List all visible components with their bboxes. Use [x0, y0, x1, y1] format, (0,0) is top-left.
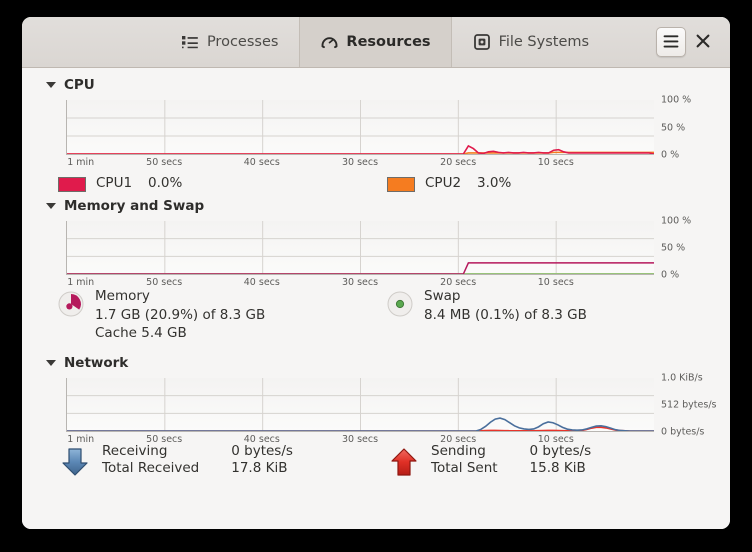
close-window-button[interactable] [688, 27, 718, 57]
network-x-axis: 1 min 50 secs 40 secs 30 secs 20 secs 10… [66, 432, 654, 448]
memory-section-title: Memory and Swap [64, 198, 204, 214]
cpu-ytick-50: 50 % [661, 122, 685, 133]
speedometer-icon [320, 33, 338, 51]
memory-ytick-50: 50 % [661, 243, 685, 254]
resources-panel: CPU 100 [22, 68, 730, 529]
cpu2-label: CPU2 [425, 175, 461, 191]
cpu-xtick-3: 30 secs [342, 157, 378, 168]
cpu2-color-swatch [387, 177, 415, 192]
cpu1-value: 0.0% [148, 175, 182, 191]
memory-graph [66, 221, 654, 275]
tab-resources-label: Resources [346, 34, 430, 50]
total-sent-label: Total Sent [431, 460, 498, 476]
tab-resources[interactable]: Resources [299, 17, 451, 67]
total-received-value: 17.8 KiB [231, 460, 293, 476]
download-arrow-icon [58, 445, 92, 483]
memory-gridlines [67, 221, 654, 274]
cpu-y-axis: 100 % 50 % 0 % [661, 100, 725, 155]
tab-file-systems[interactable]: File Systems [452, 17, 611, 67]
network-xtick-5: 10 secs [538, 434, 574, 445]
cpu-xtick-1: 50 secs [146, 157, 182, 168]
memory-xtick-4: 20 secs [440, 277, 476, 288]
cpu-graph-area: 100 % 50 % 0 % 1 min 50 secs 40 secs 30 … [66, 100, 654, 155]
network-graph [66, 378, 654, 432]
receiving-legend-item[interactable]: Receiving 0 bytes/s Total Received 17.8 … [58, 443, 387, 483]
network-gridlines [67, 378, 654, 431]
memory-xtick-1: 50 secs [146, 277, 182, 288]
system-monitor-window: Processes Resources [22, 17, 730, 529]
memory-usage: 1.7 GB (20.9%) of 8.3 GB [95, 306, 265, 325]
window-controls [656, 17, 730, 67]
memory-graph-svg [67, 221, 654, 274]
memory-swap-legend: Memory 1.7 GB (20.9%) of 8.3 GB Cache 5.… [58, 287, 716, 343]
memory-xtick-3: 30 secs [342, 277, 378, 288]
tab-file-systems-label: File Systems [499, 34, 590, 50]
network-ytick-max: 1.0 KiB/s [661, 372, 703, 383]
cpu-graph-svg [67, 100, 654, 154]
memory-y-axis: 100 % 50 % 0 % [661, 221, 725, 275]
memory-xtick-0: 1 min [67, 277, 94, 288]
cpu-legend: CPU1 0.0% CPU2 3.0% [58, 175, 716, 192]
memory-graph-area: 100 % 50 % 0 % 1 min 50 secs 40 secs 30 … [66, 221, 654, 275]
cpu-ytick-100: 100 % [661, 95, 691, 106]
network-xtick-2: 40 secs [244, 434, 280, 445]
swap-legend-item[interactable]: Swap 8.4 MB (0.1%) of 8.3 GB [387, 287, 716, 343]
network-ytick-0: 0 bytes/s [661, 426, 704, 437]
tab-processes[interactable]: Processes [160, 17, 299, 67]
memory-cache: Cache 5.4 GB [95, 324, 265, 343]
total-sent-value: 15.8 KiB [530, 460, 592, 476]
cpu1-label: CPU1 [96, 175, 132, 191]
cpu-xtick-2: 40 secs [244, 157, 280, 168]
network-section-header[interactable]: Network [46, 355, 716, 371]
header-bar: Processes Resources [22, 17, 730, 68]
memory-x-axis: 1 min 50 secs 40 secs 30 secs 20 secs 10… [66, 275, 654, 291]
cpu1-legend-item[interactable]: CPU1 0.0% [58, 175, 387, 192]
upload-arrow-icon [387, 445, 421, 483]
total-received-label: Total Received [102, 460, 199, 476]
memory-ytick-0: 0 % [661, 270, 679, 281]
network-xtick-0: 1 min [67, 434, 94, 445]
network-graph-svg [67, 378, 654, 431]
list-icon [181, 33, 199, 51]
memory-section-header[interactable]: Memory and Swap [46, 198, 716, 214]
network-y-axis: 1.0 KiB/s 512 bytes/s 0 bytes/s [661, 378, 725, 432]
cpu-section-header[interactable]: CPU [46, 77, 716, 93]
swap-indicator-icon [387, 291, 413, 321]
hamburger-menu-button[interactable] [656, 27, 686, 57]
cpu2-legend-item[interactable]: CPU2 3.0% [387, 175, 716, 192]
network-xtick-4: 20 secs [440, 434, 476, 445]
tab-processes-label: Processes [207, 34, 278, 50]
cpu-gridlines [67, 100, 654, 154]
swap-usage: 8.4 MB (0.1%) of 8.3 GB [424, 306, 587, 325]
cpu-xtick-4: 20 secs [440, 157, 476, 168]
drive-icon [473, 33, 491, 51]
network-section-title: Network [64, 355, 128, 371]
expander-triangle-icon [46, 203, 56, 209]
network-legend: Receiving 0 bytes/s Total Received 17.8 … [58, 443, 716, 483]
close-icon [696, 33, 710, 52]
expander-triangle-icon [46, 360, 56, 366]
tab-bar: Processes Resources [142, 17, 610, 67]
cpu-graph [66, 100, 654, 155]
expander-triangle-icon [46, 82, 56, 88]
memory-pie-icon [58, 291, 84, 321]
cpu-ytick-0: 0 % [661, 150, 679, 161]
network-graph-area: 1.0 KiB/s 512 bytes/s 0 bytes/s 1 min 50… [66, 378, 654, 432]
hamburger-menu-icon [663, 33, 679, 52]
network-xtick-3: 30 secs [342, 434, 378, 445]
memory-ytick-100: 100 % [661, 216, 691, 227]
cpu-section-title: CPU [64, 77, 95, 93]
cpu-x-axis: 1 min 50 secs 40 secs 30 secs 20 secs 10… [66, 155, 654, 171]
memory-xtick-5: 10 secs [538, 277, 574, 288]
sending-legend-item[interactable]: Sending 0 bytes/s Total Sent 15.8 KiB [387, 443, 716, 483]
memory-xtick-2: 40 secs [244, 277, 280, 288]
network-ytick-mid: 512 bytes/s [661, 399, 716, 410]
cpu2-value: 3.0% [477, 175, 511, 191]
cpu1-color-swatch [58, 177, 86, 192]
cpu-xtick-5: 10 secs [538, 157, 574, 168]
network-xtick-1: 50 secs [146, 434, 182, 445]
memory-legend-item[interactable]: Memory 1.7 GB (20.9%) of 8.3 GB Cache 5.… [58, 287, 387, 343]
cpu-xtick-0: 1 min [67, 157, 94, 168]
